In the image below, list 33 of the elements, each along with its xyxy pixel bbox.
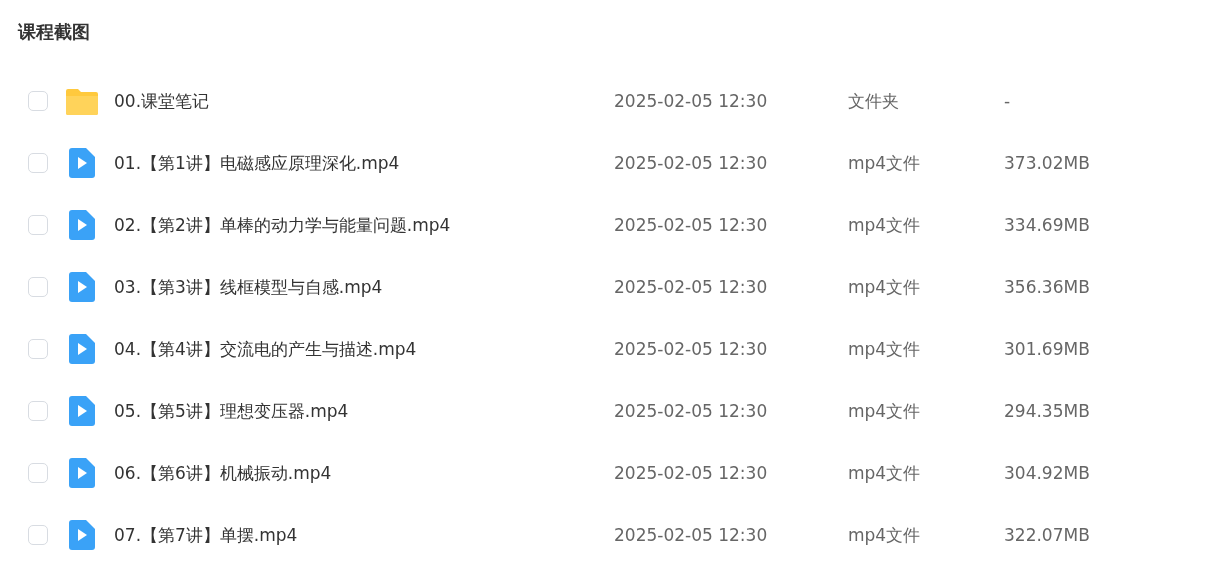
modified-date: 2025-02-05 12:30 (614, 215, 769, 235)
file-type: mp4文件 (848, 461, 922, 485)
modified-date: 2025-02-05 12:30 (614, 401, 769, 421)
file-size: 373.02MB (1004, 153, 1090, 173)
file-size: 301.69MB (1004, 339, 1090, 359)
file-type: mp4文件 (848, 151, 922, 175)
file-size: 304.92MB (1004, 463, 1090, 483)
file-type: mp4文件 (848, 523, 922, 547)
file-name[interactable]: 06.【第6讲】机械振动.mp4 (114, 461, 614, 485)
file-type: 文件夹 (848, 89, 900, 113)
modified-date: 2025-02-05 12:30 (614, 277, 769, 297)
file-size: - (1004, 91, 1011, 111)
file-name[interactable]: 04.【第4讲】交流电的产生与描述.mp4 (114, 337, 614, 361)
modified-date: 2025-02-05 12:30 (614, 91, 769, 111)
file-type: mp4文件 (848, 337, 922, 361)
file-name[interactable]: 01.【第1讲】电磁感应原理深化.mp4 (114, 151, 614, 175)
file-size: 322.07MB (1004, 525, 1090, 545)
file-size: 334.69MB (1004, 215, 1090, 235)
file-type: mp4文件 (848, 275, 922, 299)
file-name[interactable]: 02.【第2讲】单棒的动力学与能量问题.mp4 (114, 213, 614, 237)
file-size: 356.36MB (1004, 277, 1090, 297)
file-name[interactable]: 03.【第3讲】线框模型与自感.mp4 (114, 275, 614, 299)
file-size: 294.35MB (1004, 401, 1090, 421)
file-name[interactable]: 05.【第5讲】理想变压器.mp4 (114, 399, 614, 423)
modified-date: 2025-02-05 12:30 (614, 153, 769, 173)
modified-date: 2025-02-05 12:30 (614, 463, 769, 483)
modified-date: 2025-02-05 12:30 (614, 525, 769, 545)
file-name[interactable]: 00.课堂笔记 (114, 89, 614, 113)
modified-date: 2025-02-05 12:30 (614, 339, 769, 359)
file-name[interactable]: 07.【第7讲】单摆.mp4 (114, 523, 614, 547)
file-type: mp4文件 (848, 399, 922, 423)
file-type: mp4文件 (848, 213, 922, 237)
section-title: 课程截图 (18, 20, 91, 44)
